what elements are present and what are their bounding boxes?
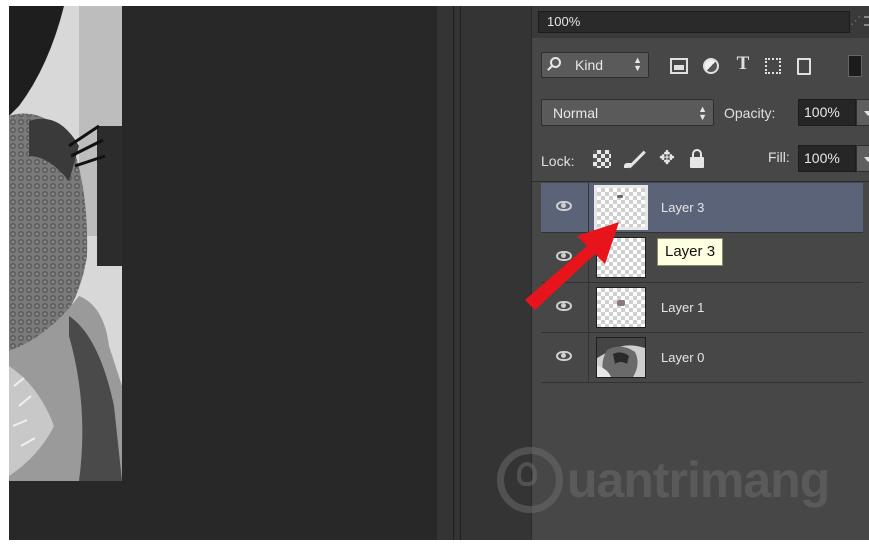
lock-label: Lock: [541,153,575,169]
layer-filter-row: Kind ▲ ▼ T [532,46,869,86]
opacity-label: Opacity: [724,105,776,121]
filter-kind-label: Kind [575,57,604,73]
layer-name[interactable]: Layer 3 [661,200,704,215]
dock-divider [453,6,454,540]
image-filter-icon[interactable] [670,58,688,74]
blend-mode-select[interactable]: Normal ▲ ▼ [541,99,714,126]
adjustment-filter-icon[interactable] [703,58,719,74]
red-arrow-annotation [525,222,619,310]
divider [588,333,589,383]
type-filter-icon[interactable]: T [734,54,752,73]
blend-row: Normal ▲ ▼ Opacity: 100% [532,92,869,132]
visibility-eye-icon[interactable] [556,351,572,361]
lock-position-icon[interactable]: ✥ [658,149,676,168]
lock-image-icon[interactable] [624,150,648,168]
select-arrows-icon: ▲ ▼ [633,55,642,73]
fill-input[interactable]: 100% [798,145,856,172]
canvas-photo [9,6,122,481]
panel-menu-icon[interactable] [864,16,869,26]
layer-name[interactable]: Layer 1 [661,300,704,315]
blend-mode-value: Normal [553,105,599,121]
layer-thumbnail[interactable] [596,337,646,378]
shape-filter-icon[interactable] [765,58,781,74]
watermark-text: uantrimang [567,452,830,508]
filter-kind-select[interactable]: Kind ▲ ▼ [541,52,649,78]
fill-label: Fill: [768,149,790,165]
smart-object-filter-icon[interactable] [797,58,811,75]
layer-name-tooltip: Layer 3 [657,238,724,266]
zoom-field[interactable]: 100% [538,11,850,33]
zoom-row: 100% ⋰ [532,6,869,38]
watermark: uantrimang [497,440,830,520]
lock-transparent-icon[interactable] [593,150,611,168]
filter-toggle[interactable] [848,55,862,77]
opacity-dropdown-button[interactable] [856,99,869,126]
select-arrows-icon: ▲ ▼ [698,104,707,122]
dock-divider [460,6,461,540]
fill-dropdown-button[interactable] [856,145,869,172]
opacity-input[interactable]: 100% [798,99,856,126]
document-canvas[interactable] [9,6,437,540]
watermark-logo-icon [497,447,563,513]
lock-all-icon[interactable] [690,149,704,168]
lock-row: Lock: ✥ Fill: 100% [532,136,869,182]
layer-name[interactable]: Layer 0 [661,350,704,365]
search-icon [550,57,561,68]
layer-row-layer-0[interactable]: Layer 0 [541,333,863,383]
